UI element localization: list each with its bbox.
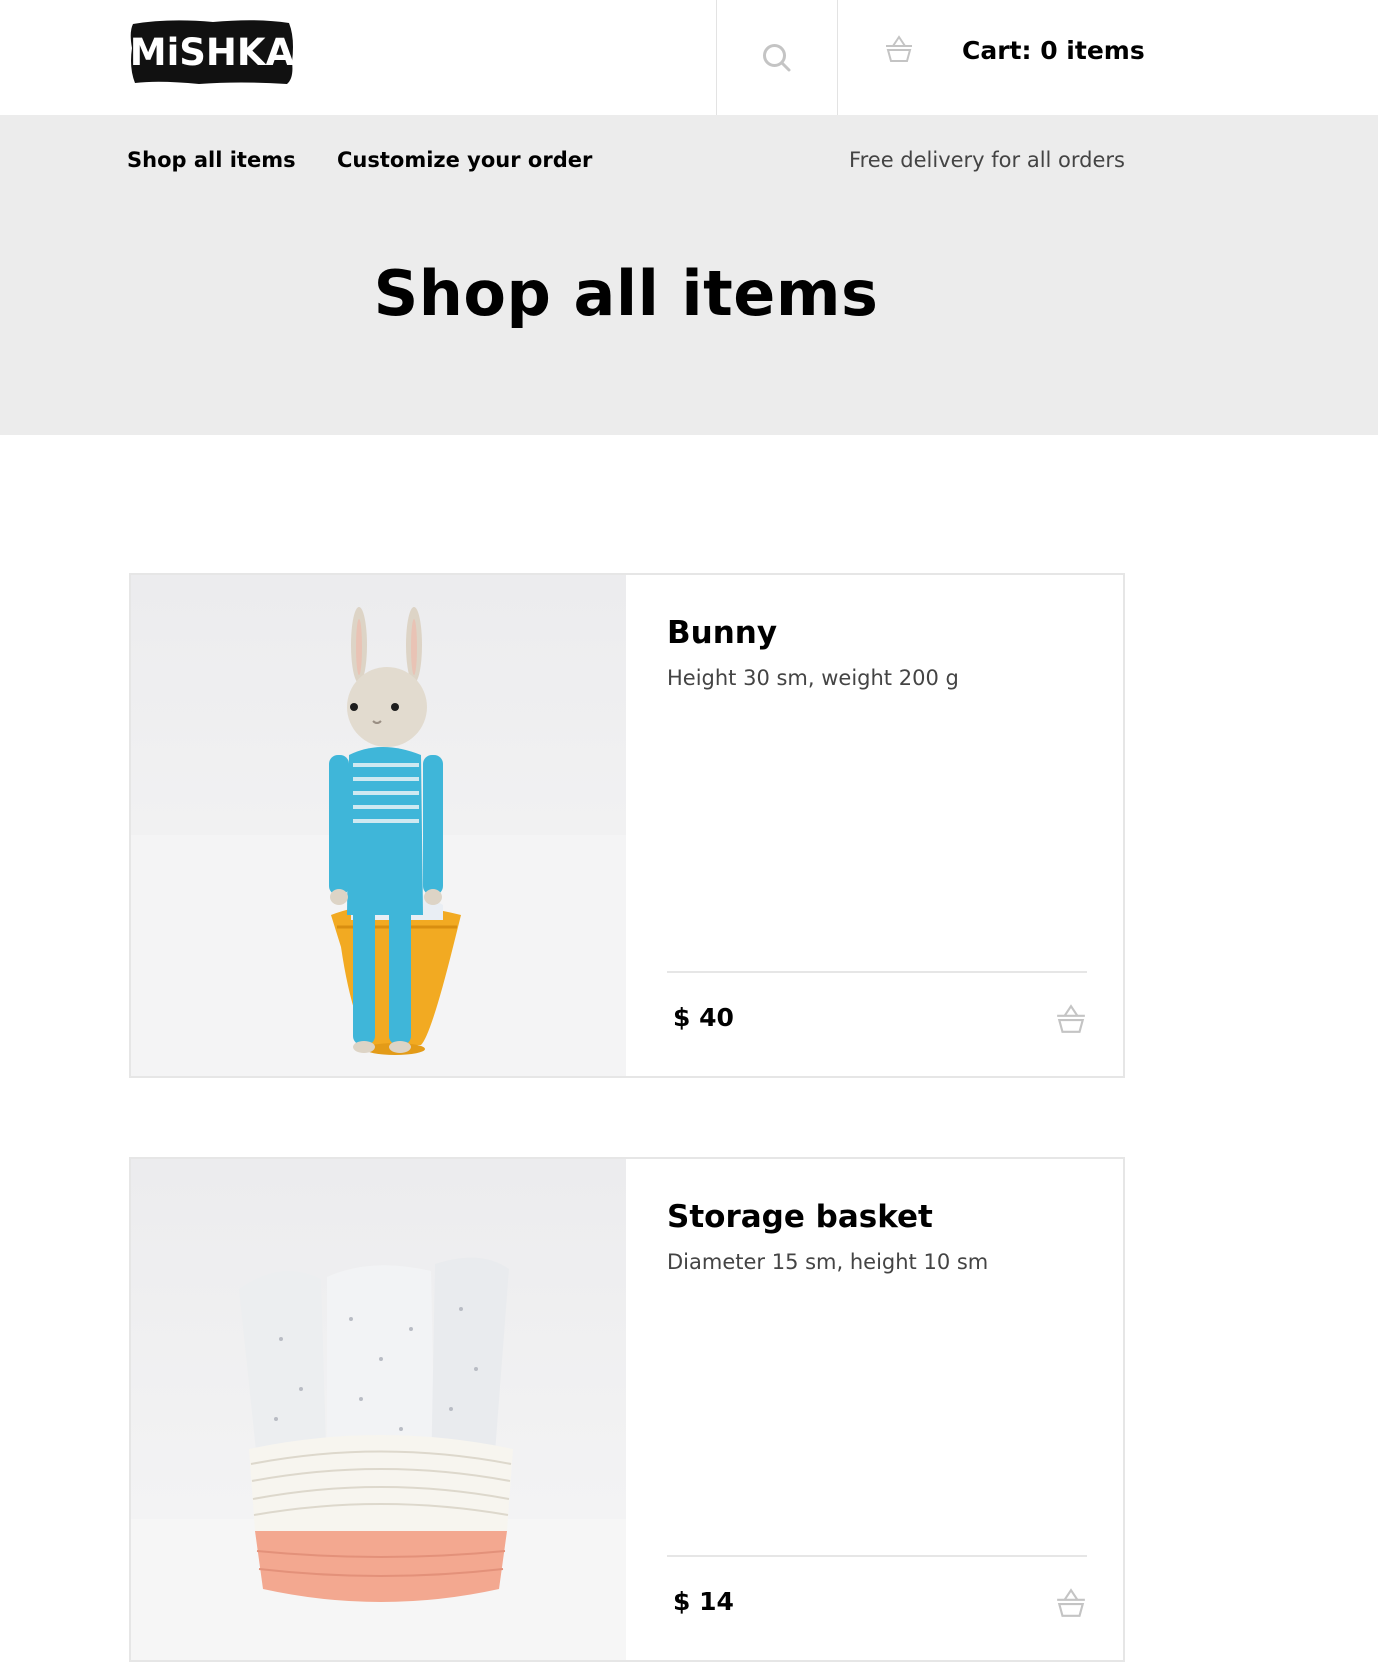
add-to-cart-button[interactable] <box>1055 1003 1089 1037</box>
logo-text: MiSHKA <box>130 31 295 74</box>
product-name[interactable]: Bunny <box>667 615 777 651</box>
cart-button[interactable]: Cart: 0 items <box>838 0 1145 115</box>
product-photo-storage-basket[interactable] <box>131 1159 626 1660</box>
basket-icon <box>1057 1588 1085 1617</box>
logo[interactable]: MiSHKA <box>129 18 295 86</box>
logo-image: MiSHKA <box>130 20 295 84</box>
delivery-note: Free delivery for all orders <box>849 148 1125 172</box>
card-divider <box>667 971 1087 973</box>
product-card: Bunny Height 30 sm, weight 200 g $ 40 <box>129 573 1125 1078</box>
basket-icon <box>1057 1004 1085 1033</box>
product-photo-bunny[interactable] <box>131 575 626 1076</box>
card-divider <box>667 1555 1087 1557</box>
nav-customize-order[interactable]: Customize your order <box>337 148 592 172</box>
add-to-cart-button[interactable] <box>1055 1587 1089 1621</box>
product-description: Diameter 15 sm, height 10 sm <box>667 1250 989 1274</box>
search-button[interactable] <box>716 0 837 115</box>
basket-icon <box>886 35 912 62</box>
basket-illustration <box>131 1257 626 1660</box>
nav-shop-all-items[interactable]: Shop all items <box>127 148 296 172</box>
search-icon <box>762 43 790 71</box>
product-card: Storage basket Diameter 15 sm, height 10… <box>129 1157 1125 1662</box>
product-name[interactable]: Storage basket <box>667 1199 933 1235</box>
product-price: $ 40 <box>673 1003 734 1032</box>
page-title: Shop all items <box>373 257 879 330</box>
cart-label: Cart: 0 items <box>962 36 1145 65</box>
product-description: Height 30 sm, weight 200 g <box>667 666 959 690</box>
scalloped-edge <box>0 425 1378 435</box>
site-header: MiSHKA Cart: 0 items <box>0 0 1378 115</box>
bunny-illustration <box>131 607 626 1076</box>
